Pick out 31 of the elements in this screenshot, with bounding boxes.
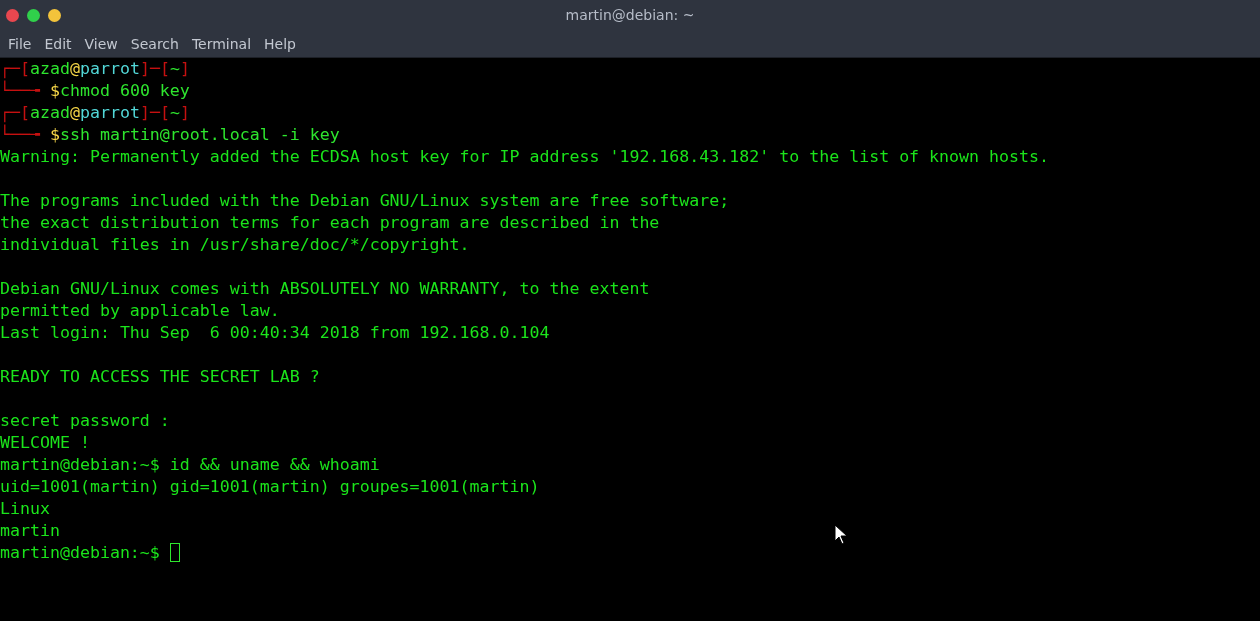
output-line: martin bbox=[0, 521, 60, 540]
window-title: martin@debian: ~ bbox=[565, 7, 695, 23]
output-line: Linux bbox=[0, 499, 50, 518]
output-line: Warning: Permanently added the ECDSA host key for IP address '192.168.43.182' to the list of known hosts. bbox=[0, 147, 1049, 166]
command-line: └──╼ $chmod 600 key bbox=[0, 81, 190, 100]
output-line: individual files in /usr/share/doc/*/copyright. bbox=[0, 235, 470, 254]
output-line: permitted by applicable law. bbox=[0, 301, 280, 320]
output-line: the exact distribution terms for each program are described in the bbox=[0, 213, 660, 232]
close-button[interactable] bbox=[6, 9, 19, 22]
menu-item[interactable]: View bbox=[84, 36, 130, 52]
text-cursor bbox=[169, 543, 180, 562]
output-line: secret password : bbox=[0, 411, 170, 430]
output-line: Last login: Thu Sep 6 00:40:34 2018 from 192.168.0.104 bbox=[0, 323, 550, 342]
menu-item[interactable]: Help bbox=[264, 36, 308, 52]
prompt-line: ┌─[azad@parrot]─[~] bbox=[0, 103, 190, 122]
menu-item[interactable]: Terminal bbox=[191, 36, 264, 52]
shell-prompt: martin@debian:~$ bbox=[0, 543, 160, 562]
menu-item[interactable]: File bbox=[8, 36, 44, 52]
output-line: READY TO ACCESS THE SECRET LAB ? bbox=[0, 367, 320, 386]
maximize-button[interactable] bbox=[27, 9, 40, 22]
output-line: The programs included with the Debian GNU/Linux system are free software; bbox=[0, 191, 730, 210]
menu-item[interactable]: Edit bbox=[44, 36, 84, 52]
mouse-pointer-icon bbox=[834, 524, 848, 546]
minimize-button[interactable] bbox=[48, 9, 61, 22]
command-line: martin@debian:~$ id && uname && whoami bbox=[0, 455, 380, 474]
command-line: └──╼ $ssh martin@root.local -i key bbox=[0, 125, 340, 144]
output-line: Debian GNU/Linux comes with ABSOLUTELY NO WARRANTY, to the extent bbox=[0, 279, 650, 298]
output-line: uid=1001(martin) gid=1001(martin) groupes=1001(martin) bbox=[0, 477, 540, 496]
menu-item[interactable]: Search bbox=[130, 36, 191, 52]
prompt-line: ┌─[azad@parrot]─[~] bbox=[0, 59, 190, 78]
output-line: WELCOME ! bbox=[0, 433, 90, 452]
